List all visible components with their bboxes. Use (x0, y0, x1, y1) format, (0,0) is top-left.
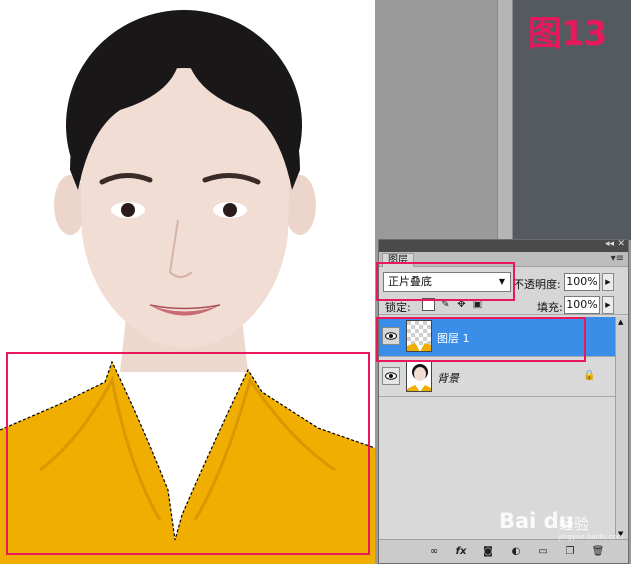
fill-slider-arrow-icon[interactable]: ▶ (602, 296, 614, 314)
watermark: Bai du 经验 jingyan.baidu.com (485, 500, 625, 550)
fx-icon[interactable]: fx (454, 545, 468, 559)
close-icon[interactable]: ✕ (617, 239, 625, 249)
panel-title-bar[interactable]: ◂◂ ✕ (379, 239, 628, 252)
opacity-label: 不透明度: (513, 278, 561, 291)
highlight-box-blend-mode (376, 262, 515, 301)
opacity-input[interactable]: 100% (564, 273, 600, 291)
fill-input[interactable]: 100% (564, 296, 600, 314)
watermark-url: jingyan.baidu.com (559, 533, 624, 541)
layer-name[interactable]: 背景 (437, 370, 459, 386)
lock-icon: 🔒 (583, 370, 596, 381)
lock-label: 锁定: (385, 301, 411, 314)
layer-row-background[interactable]: 背景 🔒 (379, 357, 615, 397)
watermark-text: 经验 (559, 515, 590, 533)
link-icon[interactable]: ∞ (427, 545, 441, 559)
highlight-box-shirt (6, 352, 370, 555)
double-chevron-right-icon[interactable]: ◂◂ (605, 239, 614, 249)
eye-icon[interactable] (382, 367, 400, 385)
fill-label: 填充: (537, 301, 563, 314)
figure-label: 图13 (528, 14, 607, 54)
layer-thumbnail (406, 360, 432, 392)
dock-divider[interactable] (497, 0, 513, 240)
opacity-slider-arrow-icon[interactable]: ▶ (602, 273, 614, 291)
panel-menu-icon[interactable]: ▾≡ (611, 253, 624, 264)
scroll-up-icon[interactable]: ▲ (618, 318, 623, 326)
highlight-box-layer (376, 317, 586, 362)
